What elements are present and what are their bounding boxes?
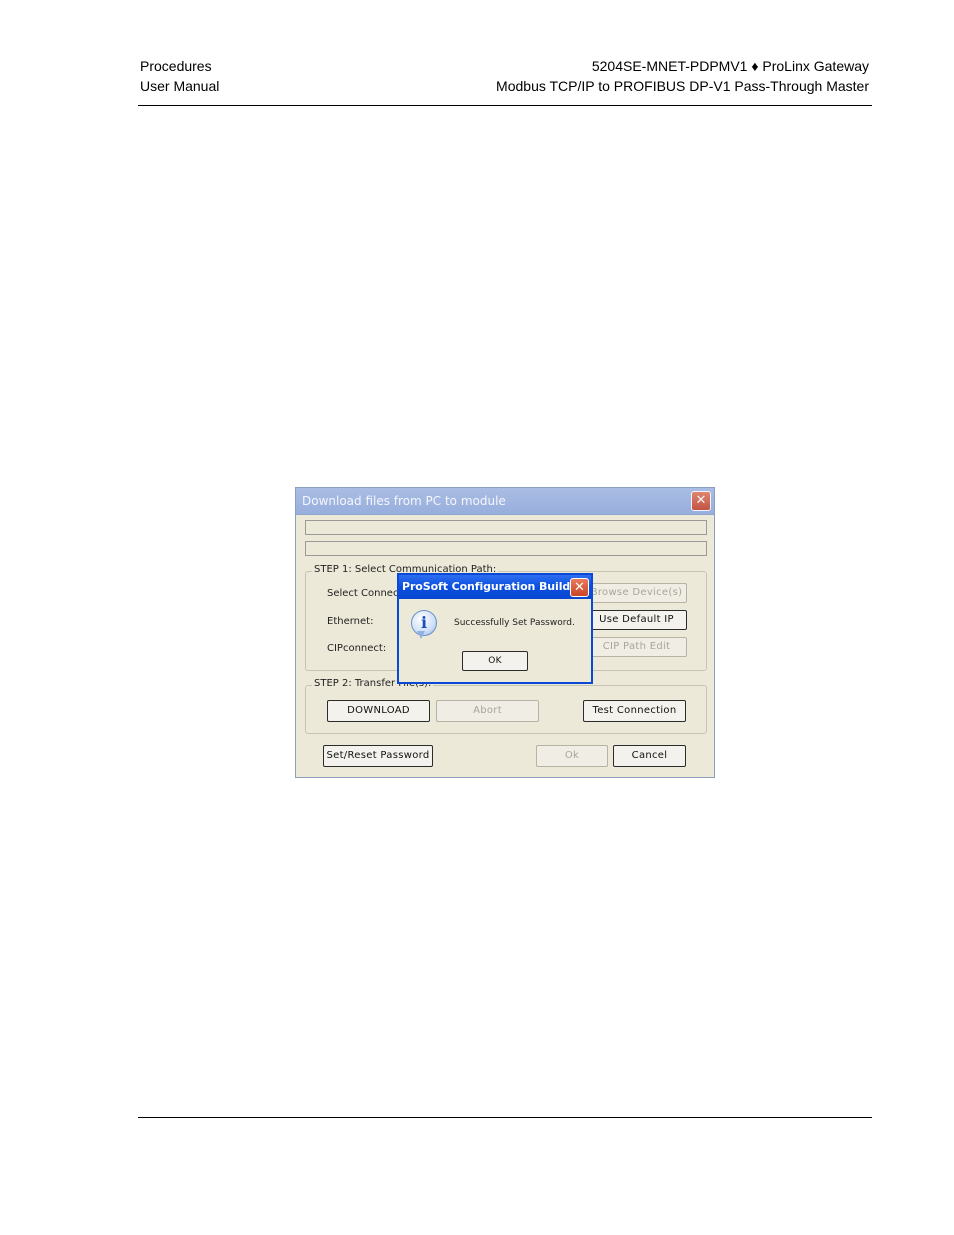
footer-rule xyxy=(138,1117,872,1118)
message-ok-button[interactable]: OK xyxy=(462,651,528,671)
header-left: Procedures User Manual xyxy=(140,56,219,96)
header-product-desc: Modbus TCP/IP to PROFIBUS DP-V1 Pass-Thr… xyxy=(496,78,869,94)
progress-field-2 xyxy=(305,541,707,556)
cipconnect-label: CIPconnect: xyxy=(327,643,387,654)
close-icon[interactable]: ✕ xyxy=(691,491,711,511)
cancel-button[interactable]: Cancel xyxy=(613,745,686,767)
message-box: ProSoft Configuration Builder ✕ i Succes… xyxy=(397,573,593,684)
cip-path-edit-button[interactable]: CIP Path Edit xyxy=(586,637,687,657)
ethernet-label: Ethernet: xyxy=(327,616,374,627)
header-doc-type: User Manual xyxy=(140,78,220,94)
message-box-title: ProSoft Configuration Builder xyxy=(402,580,583,593)
step2-group: STEP 2: Transfer File(s): DOWNLOAD Abort… xyxy=(305,678,707,734)
header-product: 5204SE-MNET-PDPMV1 ♦ ProLinx Gateway xyxy=(591,58,869,74)
download-dialog-title: Download files from PC to module xyxy=(302,494,506,508)
message-box-titlebar[interactable]: ProSoft Configuration Builder ✕ xyxy=(399,575,591,599)
close-icon[interactable]: ✕ xyxy=(570,578,589,597)
ok-button[interactable]: Ok xyxy=(536,745,608,767)
header-section: Procedures xyxy=(140,58,212,74)
set-reset-password-button[interactable]: Set/Reset Password xyxy=(323,745,433,767)
download-dialog-titlebar[interactable]: Download files from PC to module ✕ xyxy=(296,488,714,515)
browse-devices-button[interactable]: Browse Device(s) xyxy=(586,583,687,603)
use-default-ip-button[interactable]: Use Default IP xyxy=(586,610,687,630)
header-right: 5204SE-MNET-PDPMV1 ♦ ProLinx Gateway Mod… xyxy=(496,56,869,96)
progress-field-1 xyxy=(305,520,707,535)
abort-button[interactable]: Abort xyxy=(436,700,539,722)
download-button[interactable]: DOWNLOAD xyxy=(327,700,430,722)
test-connection-button[interactable]: Test Connection xyxy=(583,700,686,722)
header-rule xyxy=(138,105,872,106)
message-text: Successfully Set Password. xyxy=(454,618,575,628)
